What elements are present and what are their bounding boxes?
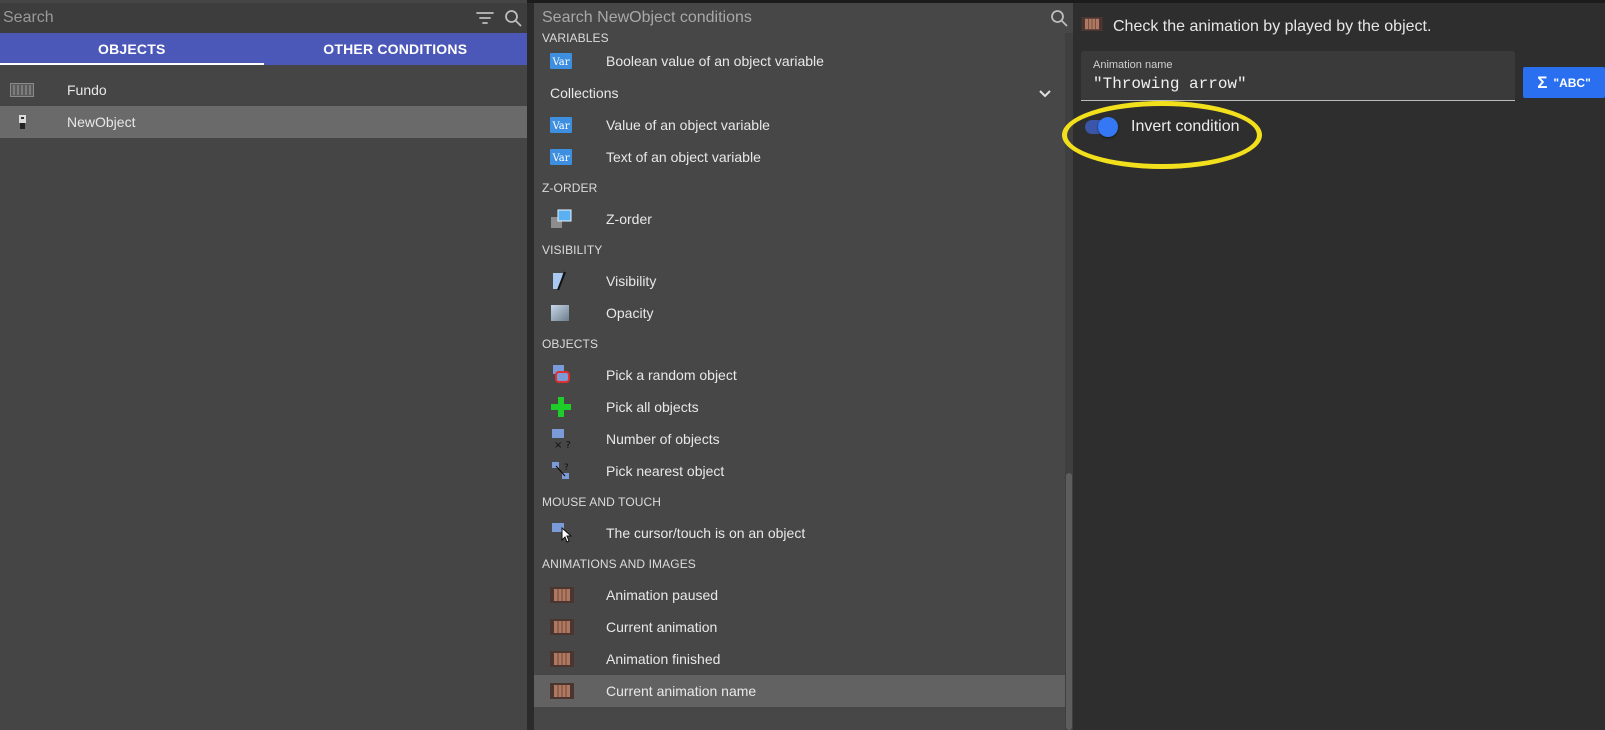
condition-current-animation[interactable]: Current animation: [534, 611, 1065, 643]
condition-description: Check the animation by played by the obj…: [1081, 17, 1431, 36]
condition-animation-finished[interactable]: Animation finished: [534, 643, 1065, 675]
sigma-icon: Σ: [1537, 72, 1548, 92]
condition-label: Animation finished: [606, 651, 721, 667]
svg-text:?: ?: [564, 463, 569, 473]
animation-name-label: Animation name: [1093, 59, 1173, 71]
object-list: Fundo NewObject: [0, 74, 527, 138]
pick-nearest-icon: ?: [534, 460, 606, 482]
invert-condition-label: Invert condition: [1131, 118, 1240, 135]
section-objects: OBJECTS: [542, 337, 599, 351]
variable-icon-text: Var: [551, 121, 569, 132]
animation-film-icon: [534, 683, 606, 699]
tiled-sprite-icon: [0, 83, 67, 97]
group-collections[interactable]: Collections: [534, 77, 1065, 109]
object-tabs: OBJECTS OTHER CONDITIONS: [0, 33, 527, 65]
condition-number-of-objects[interactable]: × ? Number of objects: [534, 423, 1065, 455]
cursor-on-object-icon: [534, 522, 606, 544]
condition-label: Current animation name: [606, 683, 757, 699]
condition-cursor-on-object[interactable]: The cursor/touch is on an object: [534, 517, 1065, 549]
condition-label: Animation paused: [606, 587, 719, 603]
group-label: Collections: [550, 85, 619, 101]
conditions-list: VARIABLES Var Boolean value of an object…: [534, 31, 1065, 707]
condition-pick-nearest-object[interactable]: ? Pick nearest object: [534, 455, 1065, 487]
condition-label: Pick all objects: [606, 399, 699, 415]
condition-animation-paused[interactable]: Animation paused: [534, 579, 1065, 611]
animation-name-value[interactable]: "Throwing arrow": [1093, 75, 1247, 93]
objects-search-input[interactable]: [0, 3, 471, 33]
object-count-icon: × ?: [534, 428, 606, 450]
conditions-panel: VARIABLES Var Boolean value of an object…: [534, 3, 1073, 730]
visibility-icon: [534, 271, 606, 291]
condition-current-animation-name[interactable]: Current animation name: [534, 675, 1065, 707]
variable-icon-text: Var: [551, 57, 569, 68]
section-variables: VARIABLES: [542, 31, 609, 45]
condition-label: Pick nearest object: [606, 463, 725, 479]
condition-label: Visibility: [606, 273, 657, 289]
invert-condition-toggle[interactable]: [1081, 115, 1119, 139]
condition-pick-random-object[interactable]: Pick a random object: [534, 359, 1065, 391]
description-text: Check the animation by played by the obj…: [1113, 17, 1432, 35]
object-item-fundo[interactable]: Fundo: [0, 74, 527, 106]
condition-opacity[interactable]: Opacity: [534, 297, 1065, 329]
pick-random-icon: [534, 364, 606, 386]
condition-label: Text of an object variable: [606, 149, 761, 165]
chevron-down-icon: [1039, 85, 1051, 101]
expression-button-label: "ABC": [1553, 75, 1591, 90]
animation-film-icon: [1081, 17, 1113, 36]
svg-text:× ?: × ?: [554, 440, 571, 450]
search-icon[interactable]: [499, 3, 527, 33]
object-item-newobject[interactable]: NewObject: [0, 106, 527, 138]
string-expression-button[interactable]: Σ "ABC": [1523, 67, 1605, 98]
condition-label: Value of an object variable: [606, 117, 770, 133]
condition-boolean-variable[interactable]: Var Boolean value of an object variable: [534, 45, 1065, 77]
sprite-icon: [0, 114, 67, 130]
variable-icon: Var: [534, 149, 606, 165]
objects-search-bar: [0, 3, 527, 33]
filter-icon[interactable]: [471, 3, 499, 33]
invert-condition-row: Invert condition: [1081, 115, 1240, 139]
conditions-scrollbar-thumb[interactable]: [1066, 473, 1072, 730]
variable-icon: Var: [534, 117, 606, 133]
condition-label: Z-order: [606, 211, 652, 227]
animation-film-icon: [534, 619, 606, 635]
animation-film-icon: [534, 651, 606, 667]
object-name: NewObject: [67, 114, 136, 130]
section-animations-and-images: ANIMATIONS AND IMAGES: [542, 557, 696, 571]
z-order-icon: [534, 209, 606, 229]
condition-text-variable[interactable]: Var Text of an object variable: [534, 141, 1065, 173]
object-name: Fundo: [67, 82, 107, 98]
section-visibility: VISIBILITY: [542, 243, 603, 257]
condition-z-order[interactable]: Z-order: [534, 203, 1065, 235]
condition-label: Current animation: [606, 619, 718, 635]
animation-film-icon: [534, 587, 606, 603]
animation-name-field[interactable]: Animation name "Throwing arrow": [1081, 51, 1515, 101]
condition-value-variable[interactable]: Var Value of an object variable: [534, 109, 1065, 141]
tab-other-conditions[interactable]: OTHER CONDITIONS: [264, 33, 528, 65]
condition-pick-all-objects[interactable]: Pick all objects: [534, 391, 1065, 423]
conditions-search-bar: [534, 3, 1073, 33]
condition-label: Number of objects: [606, 431, 720, 447]
condition-label: The cursor/touch is on an object: [606, 525, 806, 541]
search-icon[interactable]: [1045, 3, 1073, 33]
tab-objects[interactable]: OBJECTS: [0, 33, 264, 65]
opacity-icon: [534, 304, 606, 322]
variable-icon-text: Var: [551, 153, 569, 164]
section-z-order: Z-ORDER: [542, 181, 598, 195]
toggle-knob: [1098, 117, 1118, 137]
condition-visibility[interactable]: Visibility: [534, 265, 1065, 297]
parameters-panel: Check the animation by played by the obj…: [1073, 3, 1605, 730]
condition-label: Boolean value of an object variable: [606, 53, 824, 69]
objects-panel: OBJECTS OTHER CONDITIONS Fundo NewObject: [0, 0, 527, 730]
plus-icon: [534, 396, 606, 418]
variable-icon: Var: [534, 53, 606, 69]
condition-label: Pick a random object: [606, 367, 737, 383]
condition-label: Opacity: [606, 305, 654, 321]
conditions-search-input[interactable]: [534, 3, 1045, 33]
section-mouse-and-touch: MOUSE AND TOUCH: [542, 495, 662, 509]
